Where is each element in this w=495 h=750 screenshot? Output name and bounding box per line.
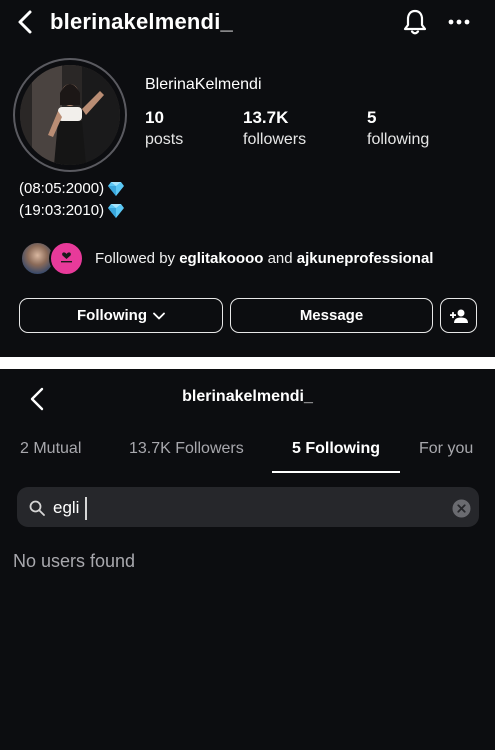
stat-following-label: following [367,131,430,148]
tab-following[interactable]: 5 Following [292,440,380,458]
no-results-message: No users found [13,551,136,571]
add-user-button[interactable] [440,298,477,333]
add-user-icon [449,309,468,323]
tab-mutual[interactable]: 2 Mutual [20,440,81,458]
bell-icon[interactable] [402,8,428,36]
more-horizontal-icon[interactable] [446,12,472,32]
active-tab-indicator [272,471,400,473]
stat-following-value: 5 [367,108,377,127]
bio-date-2: (19:03:2010) [19,202,105,219]
followed-by-text[interactable]: Followed by eglitakoooo and ajkuneprofes… [95,250,433,267]
followed-by-user-1[interactable]: eglitakoooo [179,250,263,267]
followed-by-user-2[interactable]: ajkuneprofessional [297,250,434,267]
message-button-label: Message [299,307,364,324]
avatar-photo [20,65,120,165]
stat-followers-label: followers [243,131,307,148]
stat-following[interactable]: 5 following [367,108,429,149]
bio-line: (08:05:2000) [19,180,125,197]
stat-posts-value: 10 [145,108,164,127]
bio-date-1: (08:05:2000) [19,180,105,197]
stat-posts[interactable]: 10 posts [145,108,183,149]
back-chevron-icon[interactable] [14,9,36,35]
followed-by-conj: and [267,250,293,267]
following-button-label: Following [77,307,147,324]
stat-followers-value: 13.7K [243,108,289,127]
profile-username: blerinakelmendi_ [50,9,233,34]
tab-followers[interactable]: 13.7K Followers [129,440,244,458]
message-button[interactable]: Message [230,298,433,333]
tab-for-you[interactable]: For you [419,440,473,458]
stat-followers[interactable]: 13.7K followers [243,108,306,149]
followed-by-prefix: Followed by [95,250,176,267]
text-cursor [85,497,87,520]
display-name: BlerinaKelmendi [145,76,262,93]
stat-posts-label: posts [145,131,184,148]
mutual-avatar[interactable] [49,241,84,276]
search-input[interactable] [53,495,433,521]
following-button[interactable]: Following [19,298,223,333]
gem-icon [108,181,125,196]
profile-avatar[interactable] [20,65,120,165]
chevron-down-icon [153,312,165,319]
clear-search-icon[interactable] [452,499,471,518]
follow-list-title: blerinakelmendi_ [182,388,313,405]
gem-icon [108,203,125,218]
search-icon [29,500,45,516]
mutual-logo-icon [61,252,72,263]
bio-line: (19:03:2010) [19,202,125,219]
